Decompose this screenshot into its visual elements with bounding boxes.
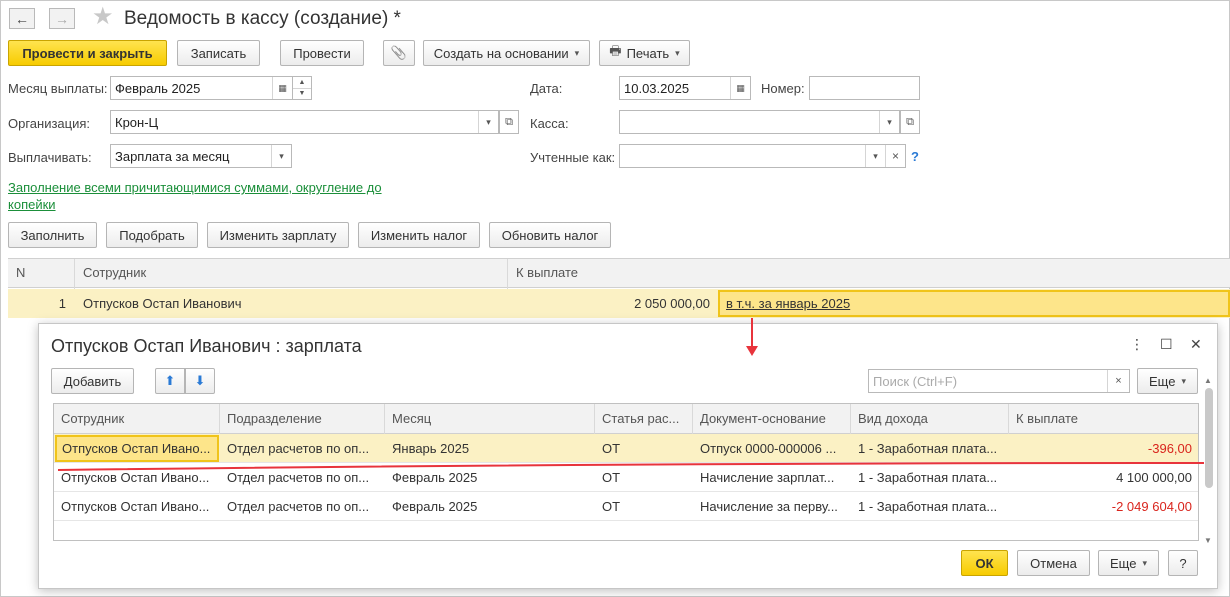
annotation-underline	[57, 462, 1205, 471]
annotation-overlay	[57, 318, 1205, 471]
annotation-arrow-head	[746, 346, 758, 356]
